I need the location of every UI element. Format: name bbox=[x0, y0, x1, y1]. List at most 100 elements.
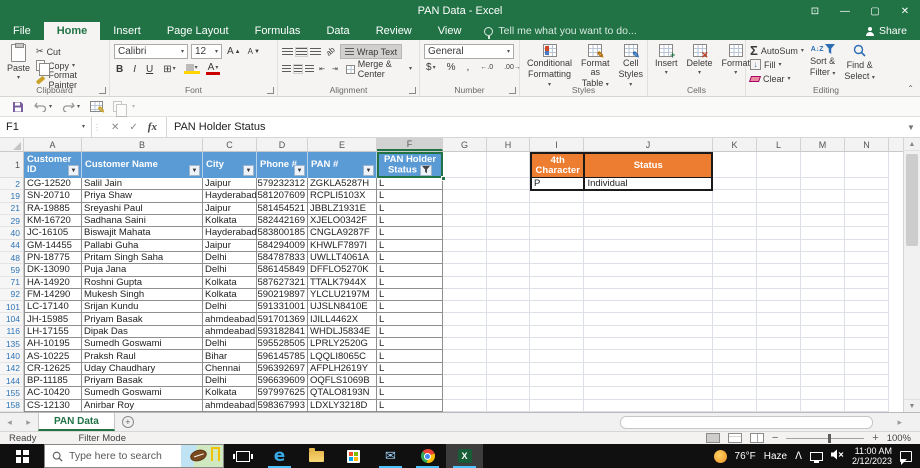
number-dialog-launcher[interactable] bbox=[509, 87, 516, 94]
cell-phone[interactable]: 8591701369 bbox=[257, 313, 308, 325]
cell-status[interactable]: L bbox=[377, 227, 443, 239]
cell-k1[interactable] bbox=[713, 152, 757, 178]
cell-customer-id[interactable]: JC-16105 bbox=[24, 227, 82, 239]
number-format-combo[interactable]: General▾ bbox=[424, 44, 514, 59]
save-button[interactable] bbox=[12, 101, 24, 113]
tab-view[interactable]: View bbox=[425, 22, 475, 40]
cell-customer-id[interactable]: CS-12130 bbox=[24, 400, 82, 412]
cell-phone[interactable]: 8579232312 bbox=[257, 178, 308, 190]
tab-insert[interactable]: Insert bbox=[100, 22, 154, 40]
sheet-prev-icon[interactable]: ◂ bbox=[0, 413, 19, 431]
cell-styles-button[interactable]: ✎ Cell Styles ▾ bbox=[616, 43, 647, 89]
cell-l1[interactable] bbox=[757, 152, 801, 178]
cell-city[interactable]: Delhi bbox=[203, 301, 257, 313]
row-number[interactable]: 142 bbox=[0, 363, 24, 375]
cell-customer-id[interactable]: JH-15985 bbox=[24, 313, 82, 325]
column-header-n[interactable]: N bbox=[845, 138, 889, 151]
cell-status[interactable]: L bbox=[377, 215, 443, 227]
column-header-j[interactable]: J bbox=[584, 138, 713, 151]
percent-format-button[interactable]: % bbox=[445, 62, 458, 73]
borders-button[interactable]: ⊞▾ bbox=[161, 64, 177, 75]
cell-customer-id[interactable]: HA-14920 bbox=[24, 277, 82, 289]
cell-city[interactable]: ahmdeabad bbox=[203, 313, 257, 325]
cell-phone[interactable]: 8597997625 bbox=[257, 387, 308, 399]
cell-city[interactable]: Kolkata bbox=[203, 215, 257, 227]
cell-n1[interactable] bbox=[845, 152, 889, 178]
cell-customer-name[interactable]: Sumedh Goswami bbox=[82, 338, 203, 350]
cell-city[interactable]: Kolkata bbox=[203, 289, 257, 301]
cell-customer-id[interactable]: RA-19885 bbox=[24, 203, 82, 215]
merge-center-button[interactable]: Merge & Center▾ bbox=[343, 62, 415, 77]
cell-city[interactable]: Chennai bbox=[203, 363, 257, 375]
cell-phone[interactable]: 8583800185 bbox=[257, 227, 308, 239]
sheet-tab-pan-data[interactable]: PAN Data bbox=[38, 413, 115, 431]
weather-temp[interactable]: 76°F bbox=[735, 451, 756, 462]
clipboard-dialog-launcher[interactable] bbox=[99, 87, 106, 94]
fill-button[interactable]: ↓Fill▾ bbox=[750, 58, 804, 71]
chrome-button[interactable] bbox=[409, 444, 446, 468]
cell-customer-id[interactable]: LH-17155 bbox=[24, 326, 82, 338]
normal-view-icon[interactable] bbox=[706, 433, 720, 443]
cell-phone[interactable]: 8596639609 bbox=[257, 375, 308, 387]
cell-phone[interactable]: 8584787833 bbox=[257, 252, 308, 264]
cell-phone[interactable]: 8584294009 bbox=[257, 240, 308, 252]
cell-customer-name[interactable]: Priya Shaw bbox=[82, 190, 203, 202]
column-header-l[interactable]: L bbox=[757, 138, 801, 151]
hidden-icons-chevron[interactable]: ᐱ bbox=[795, 451, 802, 462]
column-header-i[interactable]: I bbox=[530, 138, 584, 151]
cell-city[interactable]: Delhi bbox=[203, 252, 257, 264]
cell-city[interactable]: ahmdeabad bbox=[203, 326, 257, 338]
cell-phone[interactable]: 8595528505 bbox=[257, 338, 308, 350]
cell-customer-id[interactable]: DK-13090 bbox=[24, 264, 82, 276]
cell-status[interactable]: L bbox=[377, 350, 443, 362]
orientation-button[interactable]: ab bbox=[323, 44, 339, 59]
conditional-formatting-button[interactable]: Conditional Formatting ▾ bbox=[524, 43, 575, 89]
zoom-level[interactable]: 100% bbox=[887, 433, 911, 444]
row-number[interactable]: 144 bbox=[0, 375, 24, 387]
tell-me-box[interactable]: Tell me what you want to do... bbox=[474, 22, 646, 40]
cell-customer-name[interactable]: Sumedh Goswami bbox=[82, 387, 203, 399]
cell-status[interactable]: L bbox=[377, 190, 443, 202]
row-number[interactable]: 158 bbox=[0, 400, 24, 412]
column-header-c[interactable]: C bbox=[203, 138, 257, 151]
header-city[interactable]: City▼ bbox=[203, 152, 257, 178]
header-pan-holder-status-selected-cell[interactable]: PAN Holder Status bbox=[377, 152, 443, 178]
vertical-scroll-thumb[interactable] bbox=[906, 154, 918, 246]
tab-page-layout[interactable]: Page Layout bbox=[154, 22, 242, 40]
cell-status[interactable]: L bbox=[377, 252, 443, 264]
cell-pan[interactable]: LDXLY3218D bbox=[308, 400, 377, 412]
cancel-entry-icon[interactable]: ✕ bbox=[111, 122, 119, 133]
cell-m1[interactable] bbox=[801, 152, 845, 178]
alignment-dialog-launcher[interactable] bbox=[409, 87, 416, 94]
filter-applied-funnel-icon[interactable] bbox=[420, 165, 432, 176]
ribbon-display-options-button[interactable]: ⊡ bbox=[800, 0, 830, 22]
cell-city[interactable]: Jaipur bbox=[203, 178, 257, 190]
cell-status[interactable]: L bbox=[377, 375, 443, 387]
cell-customer-name[interactable]: Sreyashi Paul bbox=[82, 203, 203, 215]
horizontal-scroll-thumb[interactable] bbox=[620, 416, 873, 429]
scroll-up-icon[interactable]: ▲ bbox=[904, 138, 920, 151]
autosum-button[interactable]: ΣAutoSum▾ bbox=[750, 44, 804, 57]
cell-g1[interactable] bbox=[443, 152, 487, 178]
cell-pan[interactable]: RCPLI5103X bbox=[308, 190, 377, 202]
action-center-icon[interactable] bbox=[900, 451, 912, 462]
touch-mode-button[interactable]: ✎ bbox=[90, 101, 103, 112]
cell-pan[interactable]: LQQLI8065C bbox=[308, 350, 377, 362]
cell-customer-id[interactable]: CR-12625 bbox=[24, 363, 82, 375]
cell-customer-id[interactable]: FM-14290 bbox=[24, 289, 82, 301]
cell-customer-id[interactable]: PN-18775 bbox=[24, 252, 82, 264]
cell-phone[interactable]: 8596145785 bbox=[257, 350, 308, 362]
cell-status[interactable]: L bbox=[377, 313, 443, 325]
increase-decimal-button[interactable]: ←.0 bbox=[478, 64, 495, 71]
cell-status[interactable]: L bbox=[377, 203, 443, 215]
row-number[interactable]: 59 bbox=[0, 264, 24, 276]
row-number[interactable]: 101 bbox=[0, 301, 24, 313]
row-number[interactable]: 40 bbox=[0, 227, 24, 239]
cell-pan[interactable]: KHWLF7897I bbox=[308, 240, 377, 252]
filter-dropdown-icon[interactable]: ▼ bbox=[294, 165, 305, 176]
scroll-down-icon[interactable]: ▼ bbox=[904, 399, 920, 412]
decrease-font-button[interactable]: A▼ bbox=[246, 47, 262, 56]
cell-customer-name[interactable]: Priyam Basak bbox=[82, 375, 203, 387]
cell-city[interactable]: Delhi bbox=[203, 264, 257, 276]
font-color-button[interactable]: A▾ bbox=[206, 63, 221, 75]
